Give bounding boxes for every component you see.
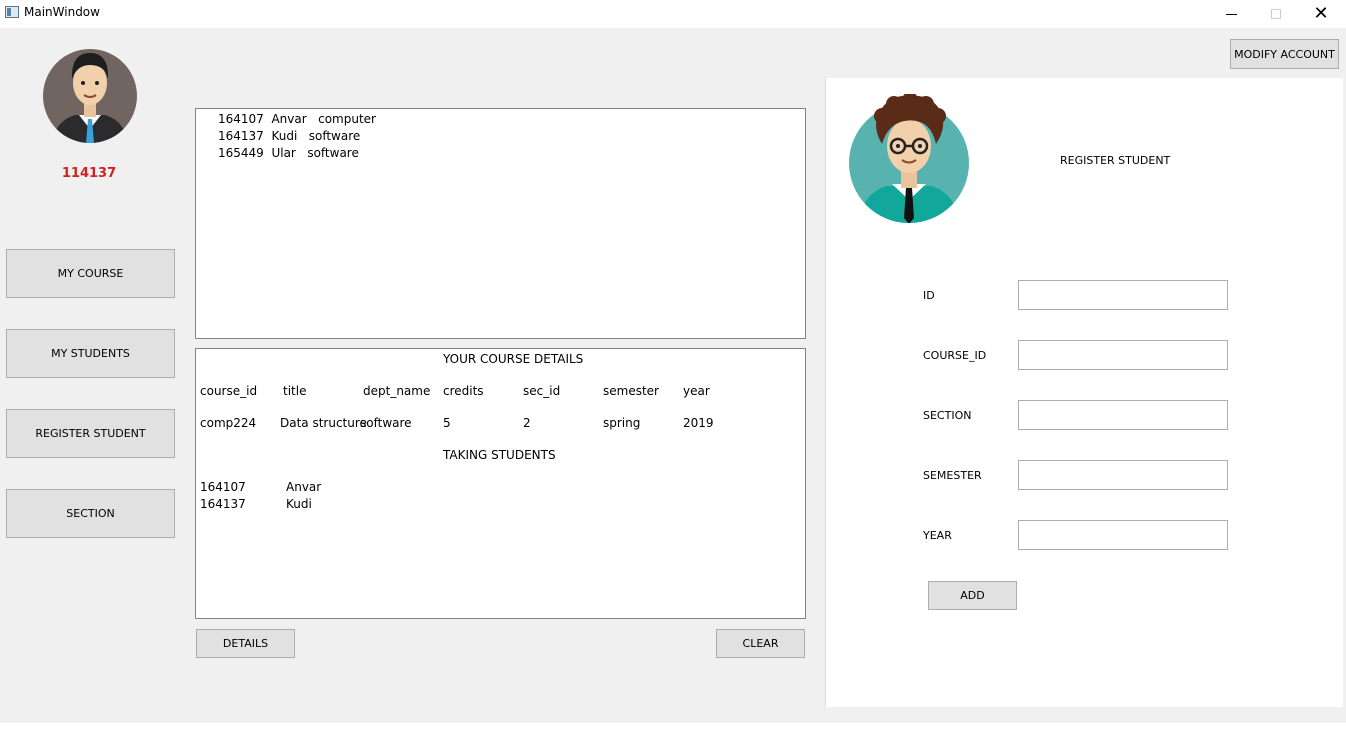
maximize-button[interactable] (1253, 0, 1299, 28)
id-input[interactable] (1019, 281, 1227, 309)
student-id: 164137 (200, 497, 246, 511)
course-id-field[interactable] (1018, 340, 1228, 370)
course-cell: spring (603, 416, 641, 430)
column-header: title (283, 384, 307, 398)
course-details-panel: YOUR COURSE DETAILS course_id title dept… (195, 348, 806, 619)
my-course-button[interactable]: MY COURSE (6, 249, 175, 298)
student-id: 164107 (200, 480, 246, 494)
course-details-heading: YOUR COURSE DETAILS (443, 352, 584, 366)
add-button[interactable]: ADD (928, 581, 1017, 610)
section-field[interactable] (1018, 400, 1228, 430)
student-name: Kudi (286, 497, 312, 511)
modify-account-button[interactable]: MODIFY ACCOUNT (1230, 39, 1339, 69)
column-header: course_id (200, 384, 258, 398)
semester-input[interactable] (1019, 461, 1227, 489)
student-name: Anvar (286, 480, 322, 494)
list-item[interactable]: 165449 Ular software (218, 146, 359, 160)
year-label: YEAR (923, 529, 952, 542)
clear-button[interactable]: CLEAR (716, 629, 805, 658)
course-cell: 5 (443, 416, 451, 430)
course-cell: comp224 (200, 416, 257, 430)
maximize-icon (1271, 9, 1281, 19)
semester-label: SEMESTER (923, 469, 982, 482)
semester-field[interactable] (1018, 460, 1228, 490)
window-bottom-edge (0, 723, 1346, 732)
register-student-button[interactable]: REGISTER STUDENT (6, 409, 175, 458)
column-header: credits (443, 384, 484, 398)
user-id-label: 114137 (61, 166, 117, 181)
main-window-client: 114137 MY COURSE MY STUDENTS REGISTER ST… (0, 28, 1346, 723)
minimize-icon (1225, 13, 1237, 15)
section-label: SECTION (923, 409, 972, 422)
course-id-label: COURSE_ID (923, 349, 987, 362)
column-header: sec_id (523, 384, 561, 398)
close-button[interactable]: ✕ (1298, 0, 1344, 28)
course-cell: 2019 (683, 416, 714, 430)
section-input[interactable] (1019, 401, 1227, 429)
my-students-button[interactable]: MY STUDENTS (6, 329, 175, 378)
register-student-panel: REGISTER STUDENT ID COURSE_ID SECTION SE… (825, 78, 1343, 707)
course-cell: 2 (523, 416, 531, 430)
register-student-title: REGISTER STUDENT (1060, 154, 1171, 167)
column-header: year (683, 384, 710, 398)
course-cell: software (360, 416, 412, 430)
close-icon: ✕ (1313, 3, 1329, 24)
section-button[interactable]: SECTION (6, 489, 175, 538)
year-field[interactable] (1018, 520, 1228, 550)
teacher-avatar-icon (43, 49, 137, 143)
students-list[interactable]: 164107 Anvar computer 164137 Kudi softwa… (195, 108, 806, 339)
details-button[interactable]: DETAILS (196, 629, 295, 658)
course-id-input[interactable] (1019, 341, 1227, 369)
id-label: ID (923, 289, 935, 302)
list-item[interactable]: 164137 Kudi software (218, 129, 360, 143)
title-bar: MainWindow ✕ (0, 0, 1346, 28)
id-field[interactable] (1018, 280, 1228, 310)
taking-students-heading: TAKING STUDENTS (443, 448, 556, 462)
column-header: dept_name (363, 384, 431, 398)
app-icon (5, 6, 19, 18)
column-header: semester (603, 384, 659, 398)
course-cell: Data structure (280, 416, 367, 430)
window-title: MainWindow (24, 5, 100, 19)
list-item[interactable]: 164107 Anvar computer (218, 112, 376, 126)
year-input[interactable] (1019, 521, 1227, 549)
minimize-button[interactable] (1208, 0, 1254, 28)
student-avatar-icon (849, 94, 969, 223)
